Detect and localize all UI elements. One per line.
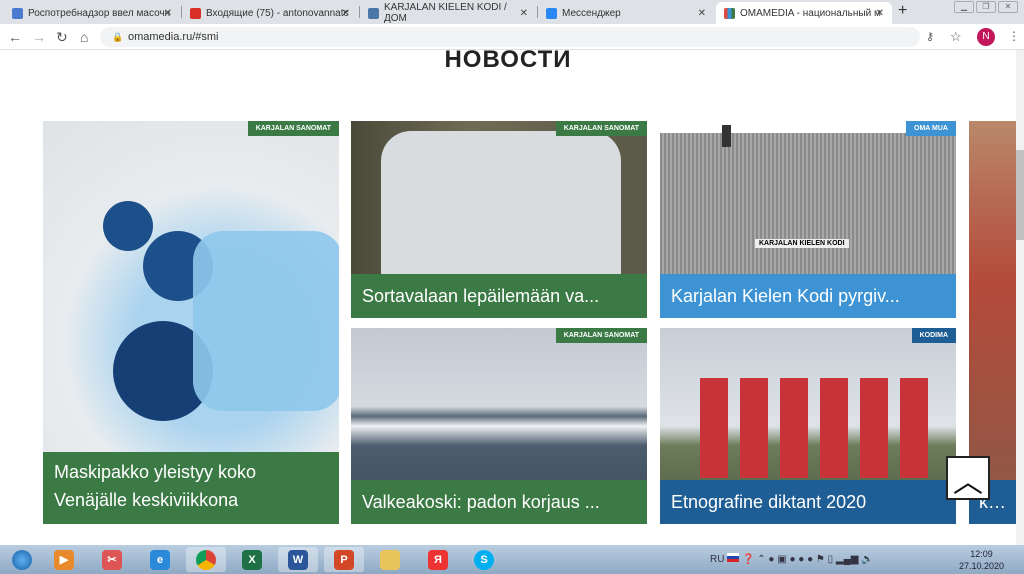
taskbar-explorer[interactable] [370,547,410,572]
new-tab-button[interactable]: + [898,2,907,20]
taskbar-yandex[interactable]: Я [418,547,458,572]
chevron-up-icon: ︿ [953,466,983,499]
tab-label: OMAMEDIA - национальный м [740,7,881,19]
chrome-icon [196,549,216,570]
close-window-button[interactable]: ✕ [998,1,1018,13]
van-image [381,131,621,281]
tab-gmail[interactable]: Входящие (75) - antonovannatc ✕ [182,2,358,24]
taskbar: ▶ ✂ e X W P Я S RU ❓ ⌃ ● ▣ ● ● ● ⚑ ▯ ▂▄▆… [0,545,1024,574]
language-indicator[interactable]: RU [710,554,724,565]
news-card-valkeakoski[interactable]: KARJALAN SANOMAT Valkeakoski: padon korj… [351,328,647,524]
taskbar-ie[interactable]: e [140,547,180,572]
lock-icon: 🔒 [112,32,124,42]
start-button[interactable] [2,547,42,572]
page-title: НОВОСТИ [444,46,572,73]
reload-icon[interactable]: ↻ [56,29,68,46]
tab-favicon [12,7,23,19]
card-caption[interactable]: Karjalan Kielen Kodi pyrgiv... [660,274,956,318]
gmail-icon [190,7,201,19]
scrollbar[interactable] [1016,50,1024,545]
scrollbar-thumb[interactable] [1016,150,1024,240]
excel-icon: X [242,549,262,570]
vk-icon [368,7,379,19]
taskbar-chrome[interactable] [186,547,226,572]
news-card-diktant[interactable]: KODIMA Etnografine diktant 2020 [660,328,956,524]
tab-label: Мессенджер [562,7,621,19]
taskbar-scissors[interactable]: ✂ [92,547,132,572]
card-caption[interactable]: Etnografine diktant 2020 [660,480,956,524]
menu-icon[interactable]: ⋮ [1008,29,1020,43]
taskbar-excel[interactable]: X [232,547,272,572]
taskbar-word[interactable]: W [278,547,318,572]
source-tag: KARJALAN SANOMAT [247,121,339,136]
card-caption[interactable]: Sortavalaan lepäilemään va... [351,274,647,318]
card-caption[interactable]: Valkeakoski: padon korjaus ... [351,480,647,524]
close-icon[interactable]: ✕ [520,8,528,19]
news-card-sortavala[interactable]: KARJALAN SANOMAT Sortavalaan lepäilemään… [351,121,647,318]
tab-rospotrebnadzor[interactable]: Роспотребнадзор ввел масочн ✕ [4,2,180,24]
close-icon[interactable]: ✕ [698,8,706,19]
media-player-icon: ▶ [54,549,74,570]
source-tag: KARJALAN SANOMAT [555,121,647,136]
yandex-icon: Я [428,549,448,570]
card-caption[interactable]: Maskipakko yleistyy koko Venäjälle keski… [43,452,339,524]
house-image [660,133,956,283]
system-tray: RU ❓ ⌃ ● ▣ ● ● ● ⚑ ▯ ▂▄▆ 🔈 [710,553,874,565]
clock[interactable]: 12:09 27.10.2020 [959,548,1004,572]
taskbar-powerpoint[interactable]: P [324,547,364,572]
key-icon[interactable]: ⚷ [926,30,934,43]
source-tag: KODIMA [911,328,956,343]
tab-label: Роспотребнадзор ввел масочн [28,7,171,19]
house-sign: KARJALAN KIELEN KODI [755,239,849,248]
powerpoint-icon: P [334,549,354,570]
back-icon[interactable]: ← [8,29,22,45]
windows-icon [12,549,32,570]
tab-omamedia[interactable]: OMAMEDIA - национальный м ✕ [716,2,892,24]
home-icon[interactable]: ⌂ [80,29,88,45]
tab-label: Входящие (75) - antonovannatc [206,7,349,19]
date: 27.10.2020 [958,561,1004,571]
tab-vk[interactable]: KARJALAN KIELEN KODI / ДОМ ✕ [360,2,536,24]
tab-label: KARJALAN KIELEN KODI / ДОМ [384,2,507,24]
omamedia-icon [724,7,735,19]
close-icon[interactable]: ✕ [164,8,172,19]
news-card-kodi[interactable]: KARJALAN KIELEN KODI OMA MUA Karjalan Ki… [660,121,956,318]
folder-icon [380,549,400,570]
virus-image [103,201,153,251]
source-tag: OMA MUA [906,121,956,136]
minimize-button[interactable]: ▁ [954,1,974,13]
tab-messenger[interactable]: Мессенджер ✕ [538,2,714,24]
time: 12:09 [970,549,993,559]
messenger-icon [546,7,557,19]
ie-icon: e [150,549,170,570]
skype-icon: S [474,549,494,570]
flag-icon [727,553,740,562]
tray-icons[interactable]: ● ▣ ● ● ● ⚑ ▯ ▂▄▆ 🔈 [768,554,873,565]
singers-image [700,378,930,478]
close-icon[interactable]: ✕ [342,8,350,19]
avatar[interactable]: N [977,28,995,46]
scissors-icon: ✂ [102,549,122,570]
mask-image [193,231,339,411]
scroll-to-top-button[interactable]: ︿ [946,456,990,500]
word-icon: W [288,549,308,570]
close-icon[interactable]: ✕ [876,8,884,19]
forward-icon[interactable]: → [32,29,46,45]
help-icon[interactable]: ❓ [742,554,754,565]
news-card-masks[interactable]: KARJALAN SANOMAT Maskipakko yleistyy kok… [43,121,339,524]
url-text: omamedia.ru/#smi [128,31,219,43]
taskbar-skype[interactable]: S [464,547,504,572]
source-tag: KARJALAN SANOMAT [555,328,647,343]
star-icon[interactable]: ☆ [950,29,962,45]
url-input[interactable]: 🔒 omamedia.ru/#smi [100,27,920,47]
tab-bar: Роспотребнадзор ввел масочн ✕ Входящие (7… [0,0,1024,24]
taskbar-media-player[interactable]: ▶ [44,547,84,572]
maximize-button[interactable]: ❐ [976,1,996,13]
